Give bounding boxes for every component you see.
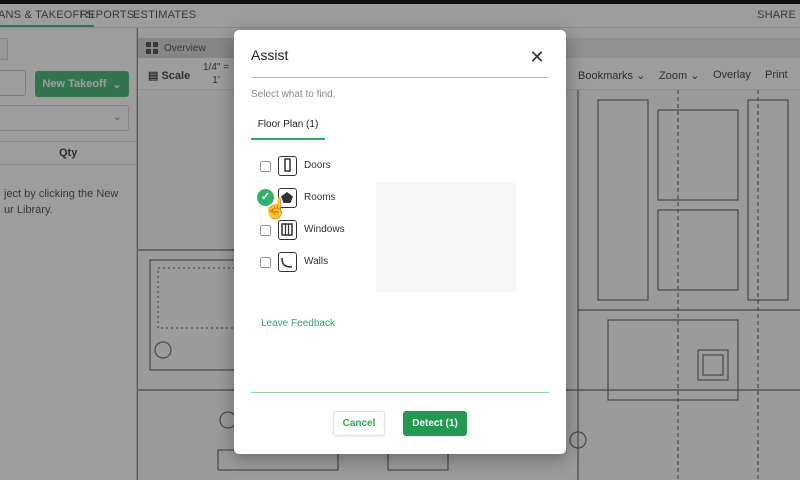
door-icon [278, 156, 297, 176]
option-windows[interactable]: Windows [260, 220, 390, 242]
option-walls[interactable]: Walls [260, 252, 390, 274]
detect-button[interactable]: Detect (1) [403, 411, 467, 436]
modal-title: Assist [251, 47, 289, 63]
modal-subtitle: Select what to find. [251, 89, 336, 100]
option-label: Doors [304, 160, 331, 171]
leave-feedback-link[interactable]: Leave Feedback [261, 318, 335, 329]
tab-floor-plan[interactable]: Floor Plan (1) [251, 114, 325, 140]
wall-icon [278, 252, 297, 272]
option-label: Windows [304, 224, 345, 235]
walls-checkbox[interactable] [260, 257, 271, 268]
option-doors[interactable]: Doors [260, 156, 390, 178]
close-icon[interactable]: ✕ [527, 47, 547, 67]
window-icon [278, 220, 297, 240]
pointer-hand-icon: ☝ [263, 198, 288, 220]
cancel-button[interactable]: Cancel [333, 411, 385, 436]
windows-checkbox[interactable] [260, 225, 271, 236]
option-label: Walls [304, 256, 329, 267]
doors-checkbox[interactable] [260, 161, 271, 172]
detection-preview [376, 182, 516, 292]
assist-modal: Assist ✕ Select what to find. Floor Plan… [234, 30, 566, 454]
window-frame [0, 0, 800, 4]
divider [251, 77, 549, 78]
option-label: Rooms [304, 192, 336, 203]
divider [251, 392, 549, 393]
